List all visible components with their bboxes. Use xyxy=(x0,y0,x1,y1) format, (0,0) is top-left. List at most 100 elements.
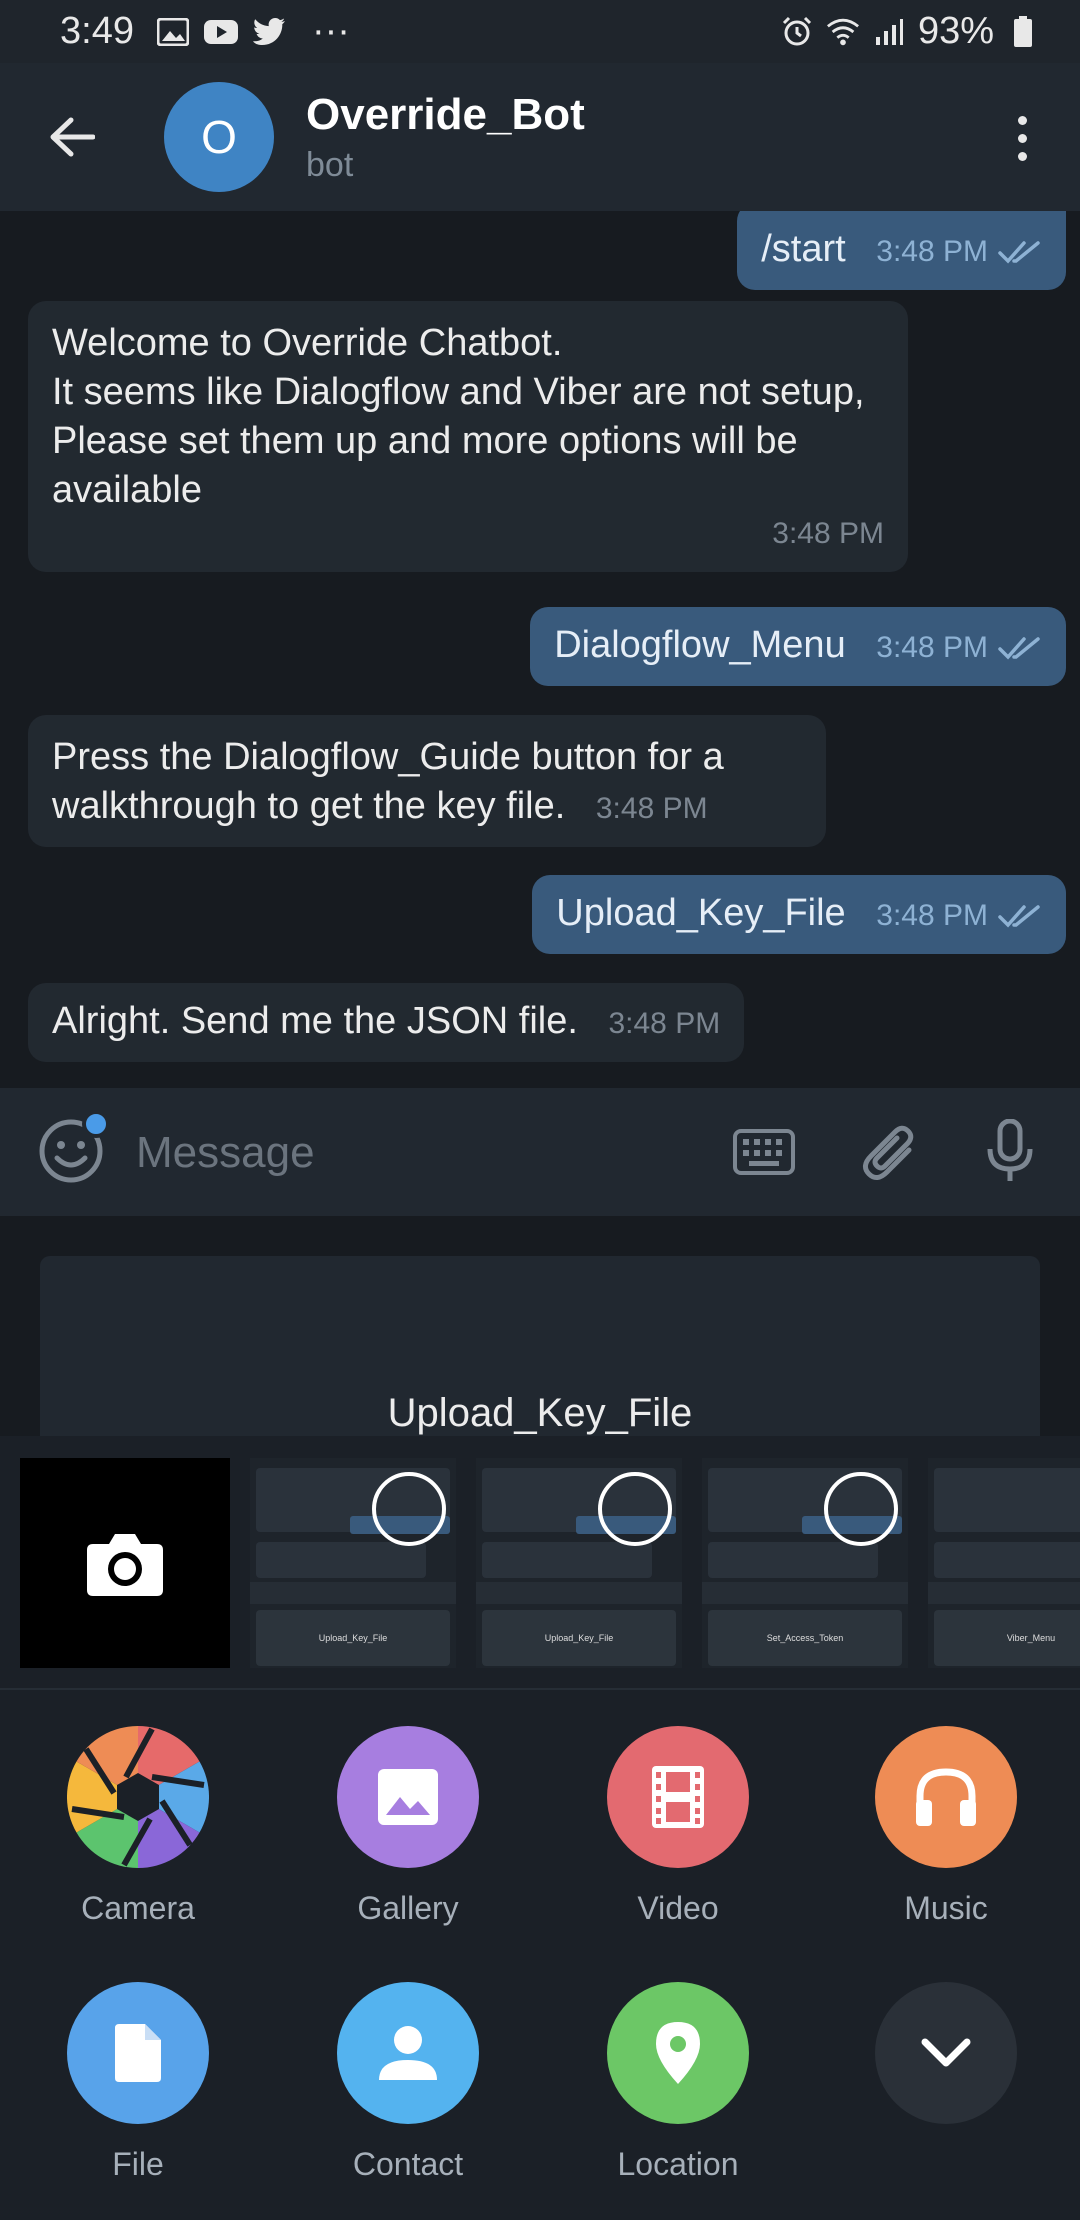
attach-camera-button[interactable]: Camera xyxy=(38,1726,238,1927)
gallery-thumbnail[interactable]: Upload_Key_File xyxy=(476,1458,682,1668)
chevron-down-icon xyxy=(875,1982,1017,2124)
chat-header: O Override_Bot bot xyxy=(0,63,1080,211)
camera-preview-tile[interactable] xyxy=(20,1458,230,1668)
gallery-thumbnail[interactable]: Set_Access_Token xyxy=(702,1458,908,1668)
attach-option-label: File xyxy=(112,2146,164,2182)
attach-gallery-button[interactable]: Gallery xyxy=(308,1726,508,1927)
video-icon xyxy=(607,1726,749,1868)
message-meta: 3:48 PM xyxy=(876,891,1042,940)
select-circle-icon[interactable] xyxy=(598,1472,672,1546)
gallery-thumbnail[interactable]: Viber_Menu xyxy=(928,1458,1080,1668)
double-check-icon xyxy=(998,636,1040,660)
attach-option-label: Music xyxy=(904,1890,988,1926)
select-circle-icon[interactable] xyxy=(824,1472,898,1546)
message-time: 3:48 PM xyxy=(608,1007,721,1040)
message-meta: 3:48 PM xyxy=(876,227,1042,276)
more-options-button[interactable] xyxy=(1004,103,1040,173)
attach-music-button[interactable]: Music xyxy=(846,1726,1046,1927)
attach-option-label: Gallery xyxy=(357,1890,459,1926)
thumb-content xyxy=(476,1582,682,1604)
voice-record-button[interactable] xyxy=(978,1119,1042,1184)
paperclip-icon xyxy=(863,1125,914,1180)
thumb-content xyxy=(250,1582,456,1604)
signal-icon xyxy=(872,17,906,47)
message-time: 3:48 PM xyxy=(595,792,708,825)
wifi-icon xyxy=(826,17,860,47)
microphone-icon xyxy=(987,1119,1033,1181)
message-text: Alright. Send me the JSON file. xyxy=(52,1000,578,1042)
thumb-content xyxy=(708,1542,878,1578)
message-text: Dialogflow_Menu xyxy=(554,624,846,666)
gallery-icon xyxy=(337,1726,479,1868)
alarm-icon xyxy=(780,16,814,47)
thumb-content xyxy=(482,1542,652,1578)
message-text: /start xyxy=(761,228,846,270)
back-button[interactable] xyxy=(40,105,104,169)
dot-icon xyxy=(1017,151,1027,161)
bot-keyboard-button[interactable] xyxy=(732,1120,796,1184)
message-time: 3:48 PM xyxy=(876,235,988,268)
status-bar: 3:49 ··· 93% xyxy=(0,0,1080,63)
dot-icon xyxy=(1017,133,1027,143)
attach-option-label: Camera xyxy=(81,1890,195,1926)
thumb-label: Set_Access_Token xyxy=(708,1610,902,1666)
attach-file-button[interactable]: File xyxy=(38,1982,238,2183)
attach-option-label: Video xyxy=(637,1890,719,1926)
thumb-label: Upload_Key_File xyxy=(256,1610,450,1666)
thumb-content xyxy=(934,1468,1080,1532)
keyboard-icon xyxy=(733,1129,795,1175)
message-bubble-outgoing[interactable]: Dialogflow_Menu 3:48 PM xyxy=(530,607,1066,686)
headphones-icon xyxy=(875,1726,1017,1868)
message-bubble-incoming[interactable]: Alright. Send me the JSON file. 3:48 PM xyxy=(28,983,745,1062)
back-arrow-icon xyxy=(50,117,95,157)
double-check-icon xyxy=(998,240,1040,264)
attach-sheet: Upload_Key_File Upload_Key_File Set_Acce… xyxy=(0,1436,1080,2220)
select-circle-icon[interactable] xyxy=(372,1472,446,1546)
camera-aperture-icon xyxy=(67,1726,209,1868)
status-time: 3:49 xyxy=(60,10,134,52)
message-text: Welcome to Override Chatbot. It seems li… xyxy=(52,322,865,511)
twitter-notification-icon xyxy=(252,17,286,47)
more-notifications-indicator: ··· xyxy=(311,10,350,52)
gallery-thumbnail[interactable]: Upload_Key_File xyxy=(250,1458,456,1668)
location-pin-icon xyxy=(607,1982,749,2124)
message-list[interactable]: /start 3:48 PM Welcome to Override Chatb… xyxy=(0,211,1080,1088)
battery-percent: 93% xyxy=(917,10,994,52)
bot-keyboard-button-upload-key-file[interactable]: Upload_Key_File xyxy=(40,1256,1040,1456)
battery-icon xyxy=(1006,15,1040,47)
thumb-content xyxy=(256,1542,426,1578)
message-bubble-incoming[interactable]: Welcome to Override Chatbot. It seems li… xyxy=(28,301,908,572)
message-bubble-incoming[interactable]: Press the Dialogflow_Guide button for a … xyxy=(28,715,826,847)
composer-bar xyxy=(0,1088,1080,1216)
thumb-label: Upload_Key_File xyxy=(482,1610,676,1666)
new-stickers-badge xyxy=(82,1110,110,1138)
thumb-label: Viber_Menu xyxy=(934,1610,1080,1666)
contact-icon xyxy=(337,1982,479,2124)
thumb-content xyxy=(934,1542,1080,1578)
chat-subtitle: bot xyxy=(306,145,354,184)
attach-contact-button[interactable]: Contact xyxy=(308,1982,508,2183)
attach-option-label: Contact xyxy=(352,2146,464,2182)
message-time: 3:48 PM xyxy=(876,899,988,932)
camera-icon xyxy=(87,1534,163,1596)
double-check-icon xyxy=(998,904,1040,928)
message-input[interactable] xyxy=(136,1118,696,1188)
message-bubble-outgoing[interactable]: Upload_Key_File 3:48 PM xyxy=(532,875,1066,954)
gallery-strip[interactable]: Upload_Key_File Upload_Key_File Set_Acce… xyxy=(0,1436,1080,1690)
thumb-content xyxy=(702,1582,908,1604)
gallery-notification-icon xyxy=(156,17,190,47)
attach-button[interactable] xyxy=(858,1120,922,1184)
message-bubble-outgoing[interactable]: /start 3:48 PM xyxy=(737,211,1066,290)
youtube-notification-icon xyxy=(203,17,238,47)
attach-location-button[interactable]: Location xyxy=(578,1982,778,2183)
chat-title-block[interactable]: Override_Bot bot xyxy=(306,90,585,185)
message-time: 3:48 PM xyxy=(772,517,884,550)
file-icon xyxy=(67,1982,209,2124)
bot-keyboard-panel: Upload_Key_File xyxy=(0,1216,1080,1456)
dot-icon xyxy=(1017,115,1027,125)
message-time: 3:48 PM xyxy=(876,631,988,664)
collapse-attach-sheet-button[interactable] xyxy=(846,1982,1046,2146)
attach-video-button[interactable]: Video xyxy=(578,1726,778,1927)
avatar[interactable]: O xyxy=(164,82,274,192)
message-meta: 3:48 PM xyxy=(876,623,1042,672)
